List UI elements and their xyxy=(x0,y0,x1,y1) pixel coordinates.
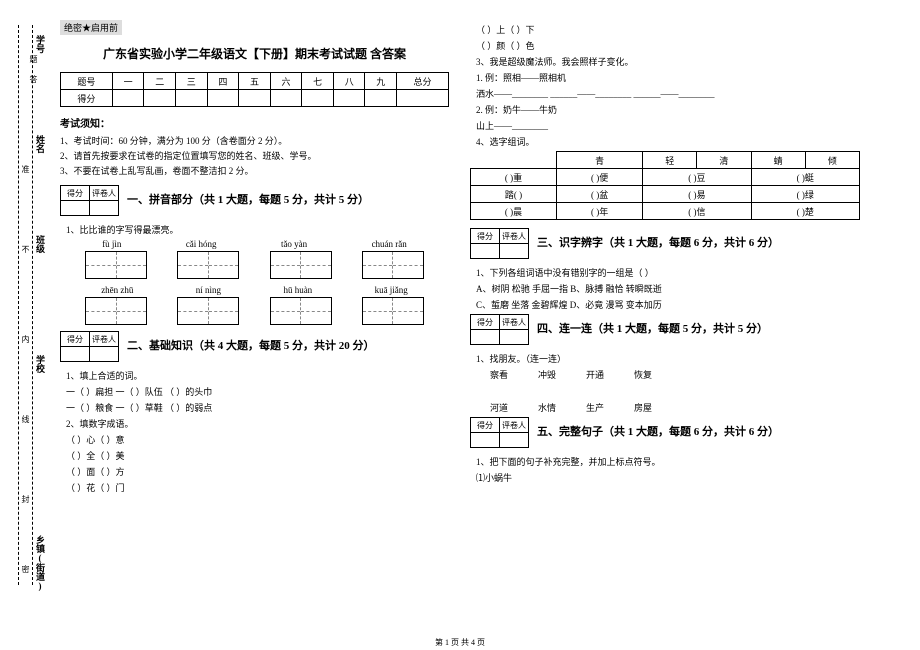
score-box: 得分评卷人 xyxy=(470,228,529,259)
q2-1: 1、填上合适的词。 xyxy=(66,369,449,382)
charbox-row2 xyxy=(70,297,439,325)
page-footer: 第 1 页 共 4 页 xyxy=(0,637,920,648)
hint: 密 xyxy=(20,565,31,573)
score-box: 得分评卷人 xyxy=(60,185,119,216)
q4-1: 1、找朋友。（连一连） xyxy=(476,352,860,365)
score-box: 得分评卷人 xyxy=(470,314,529,345)
q4-row2: 河道水情生产房屋 xyxy=(490,401,860,414)
label-town: 乡镇(街道) xyxy=(34,535,47,591)
char-select-table: 青轻清蜻倾 ( )重( )便( )豆( )蜓 踏( )( )盆( )易( )绿 … xyxy=(470,151,860,220)
notices: 1、考试时间：60 分钟，满分为 100 分（含卷面分 2 分）。 2、请首先按… xyxy=(60,134,449,177)
q3-1: 1、下列各组词语中没有错别字的一组是（ ） xyxy=(476,266,860,279)
score-box: 得分评卷人 xyxy=(60,331,119,362)
q2-4: 4、选字组词。 xyxy=(476,135,860,148)
q5-1: 1、把下面的句子补充完整，并加上标点符号。 xyxy=(476,455,860,468)
q1-1: 1、比比谁的字写得最漂亮。 xyxy=(66,223,449,236)
right-column: （ ）上（ ）下 （ ）颜（ ）色 3、我是超级魔法师。我会照样子变化。 1. … xyxy=(460,15,870,502)
charbox-row1 xyxy=(70,251,439,279)
score-table: 题号 一 二 三 四 五 六 七 八 九 总分 得分 xyxy=(60,72,449,107)
exam-title: 广东省实验小学二年级语文【下册】期末考试试题 含答案 xyxy=(60,45,449,62)
q2-2: 2、填数字成语。 xyxy=(66,417,449,430)
score-box: 得分评卷人 xyxy=(470,417,529,448)
left-column: 绝密★启用前 广东省实验小学二年级语文【下册】期末考试试题 含答案 题号 一 二… xyxy=(50,15,460,502)
q4-row1: 察看冲毁开通恢复 xyxy=(490,368,860,381)
q2-3: 3、我是超级魔法师。我会照样子变化。 xyxy=(476,55,860,68)
pinyin-row2: zhēn zhūní nìnghū huànkuā jiǎng xyxy=(70,285,439,295)
pinyin-row1: fù jìncǎi hóngtǎo yànchuán rǎn xyxy=(70,239,439,249)
secret-tag: 绝密★启用前 xyxy=(60,20,122,35)
notice-header: 考试须知： xyxy=(60,115,449,130)
